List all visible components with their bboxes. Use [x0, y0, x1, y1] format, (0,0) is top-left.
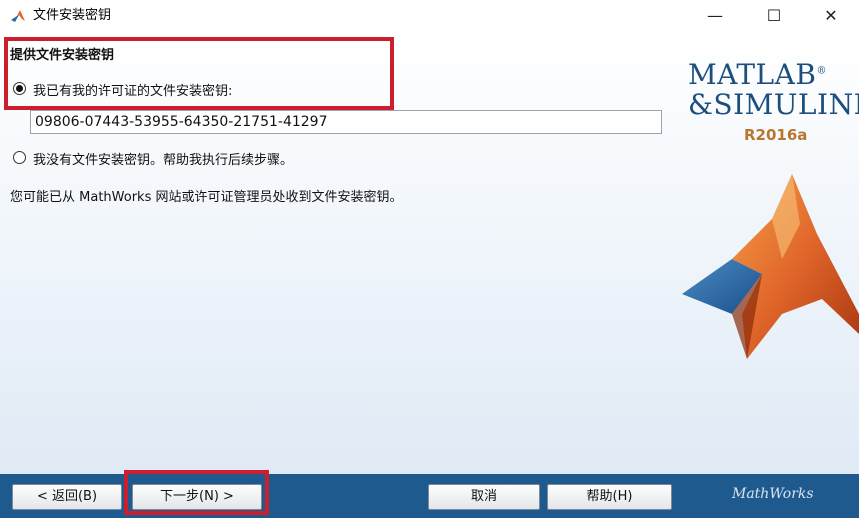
title-bar: 文件安装密钥 — ☐ ✕: [0, 0, 859, 32]
minimize-button[interactable]: —: [692, 0, 738, 32]
registered-mark: ®: [816, 65, 827, 77]
cancel-button[interactable]: 取消: [428, 484, 540, 510]
matlab-membrane-logo: [682, 174, 859, 359]
info-text: 您可能已从 MathWorks 网站或许可证管理员处收到文件安装密钥。: [10, 190, 403, 205]
maximize-button[interactable]: ☐: [751, 0, 797, 32]
matlab-app-icon: [11, 10, 25, 22]
release-label: R2016a: [744, 126, 808, 144]
installation-key-input[interactable]: [30, 110, 662, 134]
close-button[interactable]: ✕: [808, 0, 854, 32]
logo-matlab: MATLAB®: [688, 58, 827, 91]
main-panel: 提供文件安装密钥 我已有我的许可证的文件安装密钥: 我没有文件安装密钥。帮助我执…: [0, 32, 859, 474]
have-key-radio[interactable]: [13, 82, 26, 95]
help-button[interactable]: 帮助(H): [547, 484, 672, 510]
logo-simulink-text: &SIMULINK: [688, 88, 859, 121]
no-key-label[interactable]: 我没有文件安装密钥。帮助我执行后续步骤。: [33, 149, 293, 168]
next-button[interactable]: 下一步(N) >: [132, 484, 262, 510]
mathworks-brand: MathWorks: [732, 486, 814, 502]
logo-simulink: &SIMULINK®: [688, 88, 859, 121]
section-title: 提供文件安装密钥: [10, 48, 115, 63]
window-title: 文件安装密钥: [33, 8, 112, 23]
have-key-label[interactable]: 我已有我的许可证的文件安装密钥:: [33, 80, 232, 99]
back-button[interactable]: < 返回(B): [12, 484, 122, 510]
logo-matlab-text: MATLAB: [688, 58, 817, 91]
no-key-radio[interactable]: [13, 151, 26, 164]
